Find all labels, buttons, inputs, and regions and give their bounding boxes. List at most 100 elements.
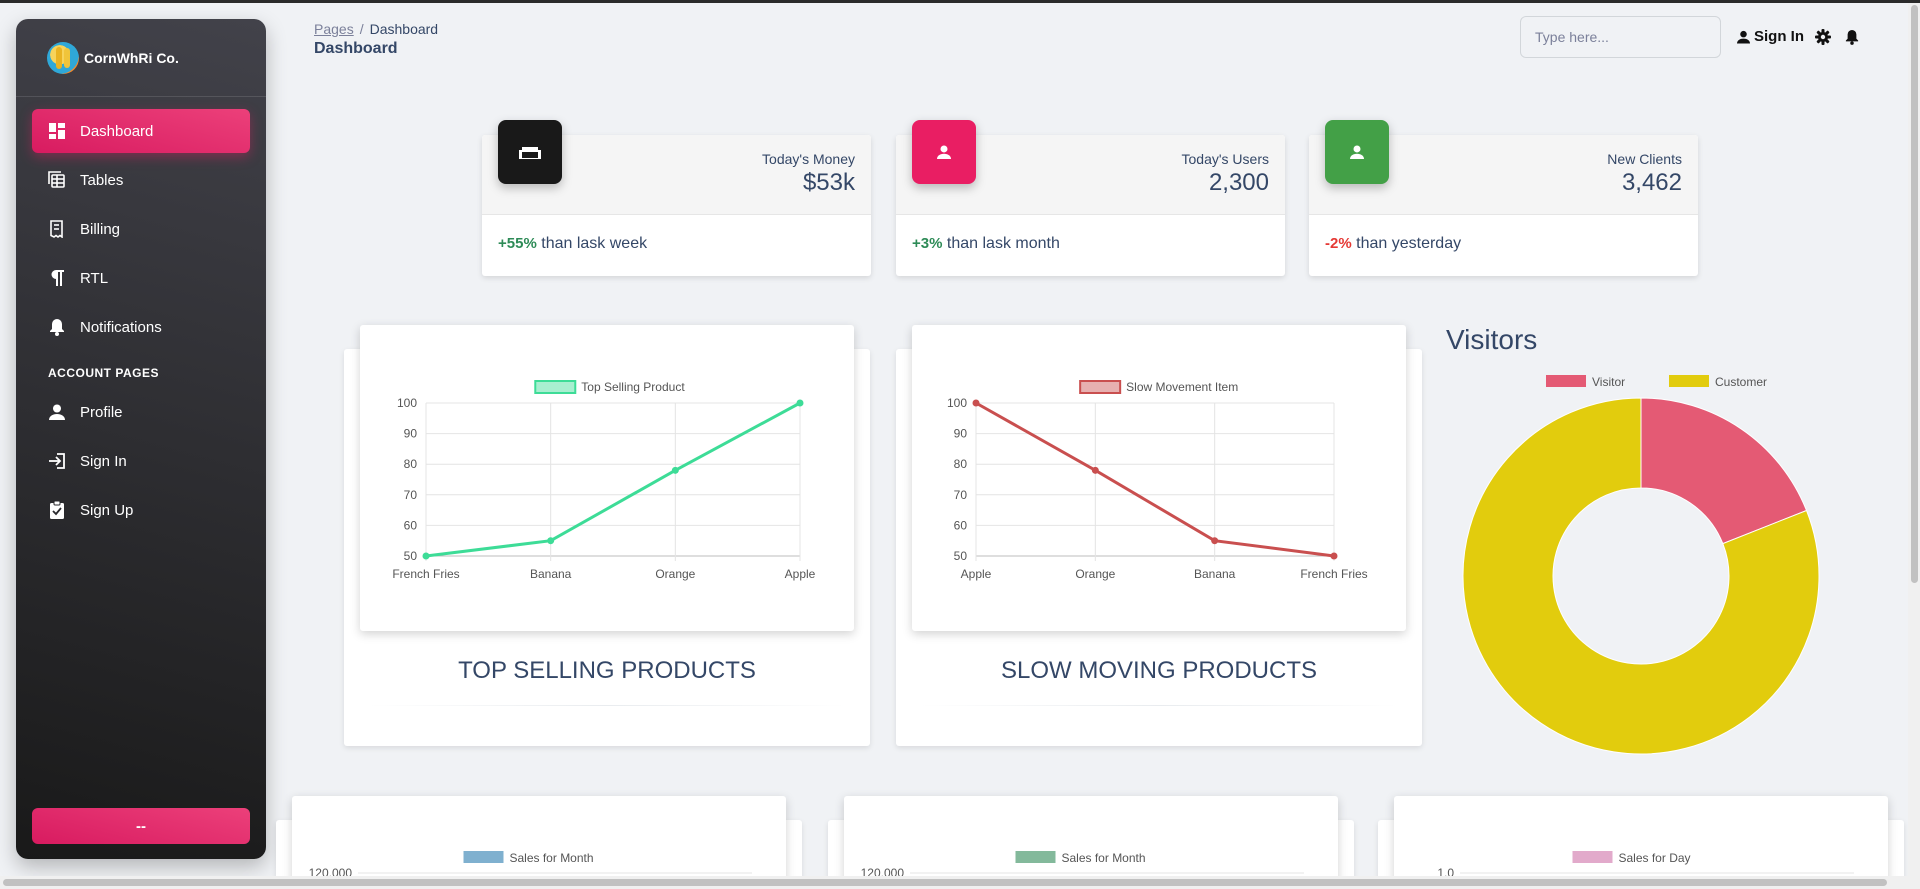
scrollbar-thumb[interactable] — [1911, 5, 1918, 583]
top-selling-chart: Top Selling Product 50 60 70 80 90 100 French F… — [392, 380, 816, 581]
stat-card-clients: New Clients 3,462 -2% than yesterday — [1309, 120, 1698, 276]
y-tick-label: 50 — [404, 549, 418, 563]
stat-label: Today's Money — [762, 151, 855, 167]
legend-label: Customer — [1715, 375, 1767, 389]
x-tick-label: Orange — [655, 567, 695, 581]
legend-swatch — [1546, 375, 1586, 387]
corn-logo-icon — [47, 41, 79, 74]
x-tick-label: Orange — [1075, 567, 1115, 581]
legend-swatch — [463, 851, 504, 863]
sidebar-item-profile[interactable]: Profile — [32, 390, 250, 434]
legend-label: Sales for Month — [510, 851, 594, 865]
slow-moving-title: SLOW MOVING PRODUCTS — [1000, 657, 1318, 684]
legend-label: Top Selling Product — [581, 380, 685, 394]
breadcrumb-separator: / — [359, 21, 364, 37]
sidebar-item-dashboard[interactable]: Dashboard — [32, 109, 250, 153]
stat-change: +3% — [912, 235, 943, 252]
breadcrumb: Pages / Dashboard — [314, 21, 438, 37]
series-line — [425, 401, 801, 558]
sign-in-link[interactable]: Sign In — [1737, 28, 1804, 45]
data-point — [1091, 466, 1099, 474]
x-tick-label: Apple — [785, 567, 816, 581]
stat-card-header: New Clients 3,462 — [1309, 120, 1698, 215]
sidebar-item-notifications[interactable]: Notifications — [32, 305, 250, 349]
pilcrow-icon — [48, 269, 66, 287]
stat-label: Today's Users — [1181, 151, 1269, 167]
y-tick-label: 70 — [954, 488, 968, 502]
sidebar-item-sign-up[interactable]: Sign Up — [32, 488, 250, 532]
breadcrumb-link-pages[interactable]: Pages — [314, 21, 354, 37]
sidebar-item-label: Billing — [80, 220, 121, 238]
y-tick-label: 60 — [954, 518, 968, 532]
y-tick-label: 100 — [397, 396, 417, 410]
data-point — [671, 466, 679, 474]
dashboard-icon — [48, 122, 66, 140]
person-icon — [1737, 30, 1750, 43]
stat-change: -2% — [1325, 235, 1352, 252]
horizontal-scrollbar[interactable] — [0, 876, 1920, 889]
sidebar-item-label: Sign Up — [80, 501, 134, 519]
data-point — [972, 399, 980, 407]
data-point — [1330, 552, 1338, 560]
y-tick-label: 80 — [954, 457, 968, 471]
clipboard-icon — [48, 501, 66, 519]
series-line — [975, 401, 1335, 558]
window-top-border — [0, 0, 1920, 3]
y-tick-label: 90 — [404, 427, 418, 441]
sign-in-label: Sign In — [1754, 28, 1804, 45]
y-tick-label: 50 — [954, 549, 968, 563]
sidebar-bottom-button[interactable]: -- — [32, 808, 250, 844]
legend-swatch — [534, 380, 577, 394]
sidebar-item-label: Tables — [80, 171, 124, 189]
brand-name: CornWhRi Co. — [84, 49, 179, 66]
legend-swatch — [1079, 380, 1122, 394]
stat-card-money: Today's Money $53k +55% than lask week — [482, 120, 871, 276]
sidebar-item-tables[interactable]: Tables — [32, 158, 250, 202]
stat-card-header: Today's Money $53k — [482, 120, 871, 215]
stat-footer: +55% than lask week — [482, 215, 871, 273]
sidebar: CornWhRi Co. Dashboard Tables Billing RT… — [16, 19, 266, 859]
legend-swatch — [1669, 375, 1709, 387]
stat-change: +55% — [498, 235, 537, 252]
stat-value: $53k — [802, 169, 855, 196]
legend-label: Slow Movement Item — [1126, 380, 1238, 394]
sidebar-item-label: Profile — [80, 403, 123, 421]
data-point — [547, 537, 555, 545]
sidebar-item-rtl[interactable]: RTL — [32, 256, 250, 300]
stat-note: than yesterday — [1356, 235, 1462, 252]
stat-value: 2,300 — [1208, 169, 1269, 196]
x-tick-label: Banana — [530, 567, 572, 581]
section-title: ACCOUNT PAGES — [48, 366, 159, 380]
y-tick-label: 70 — [404, 488, 418, 502]
stat-card-header: Today's Users 2,300 — [896, 120, 1285, 215]
y-tick-label: 100 — [947, 396, 967, 410]
stat-footer: +3% than lask month — [896, 215, 1285, 273]
sidebar-item-label: RTL — [80, 269, 109, 287]
data-point — [1211, 537, 1219, 545]
vertical-scrollbar[interactable] — [1908, 3, 1920, 877]
legend-swatch — [1572, 851, 1613, 863]
sidebar-item-sign-in[interactable]: Sign In — [32, 439, 250, 483]
bell-icon[interactable] — [1845, 29, 1859, 45]
scrollbar-thumb[interactable] — [3, 879, 1887, 886]
sidebar-item-billing[interactable]: Billing — [32, 207, 250, 251]
legend-label: Sales for Day — [1619, 851, 1691, 865]
card-divider — [920, 705, 1398, 706]
receipt-icon — [48, 220, 66, 238]
stat-card-users: Today's Users 2,300 +3% than lask month — [896, 120, 1285, 276]
stat-note: than lask week — [541, 235, 648, 252]
stat-value: 3,462 — [1621, 169, 1682, 196]
x-tick-label: Banana — [1194, 567, 1236, 581]
search-input[interactable] — [1520, 16, 1721, 58]
weekend-icon — [498, 120, 562, 184]
y-tick-label: 60 — [404, 518, 418, 532]
brand[interactable]: CornWhRi Co. — [16, 19, 266, 97]
sidebar-item-label: Dashboard — [80, 122, 154, 140]
legend-label: Visitor — [1592, 375, 1625, 389]
gear-icon[interactable] — [1815, 29, 1831, 45]
data-point — [422, 552, 430, 560]
y-tick-label: 80 — [404, 457, 418, 471]
y-tick-label: 90 — [954, 427, 968, 441]
x-tick-label: Apple — [961, 567, 992, 581]
login-icon — [48, 452, 66, 470]
